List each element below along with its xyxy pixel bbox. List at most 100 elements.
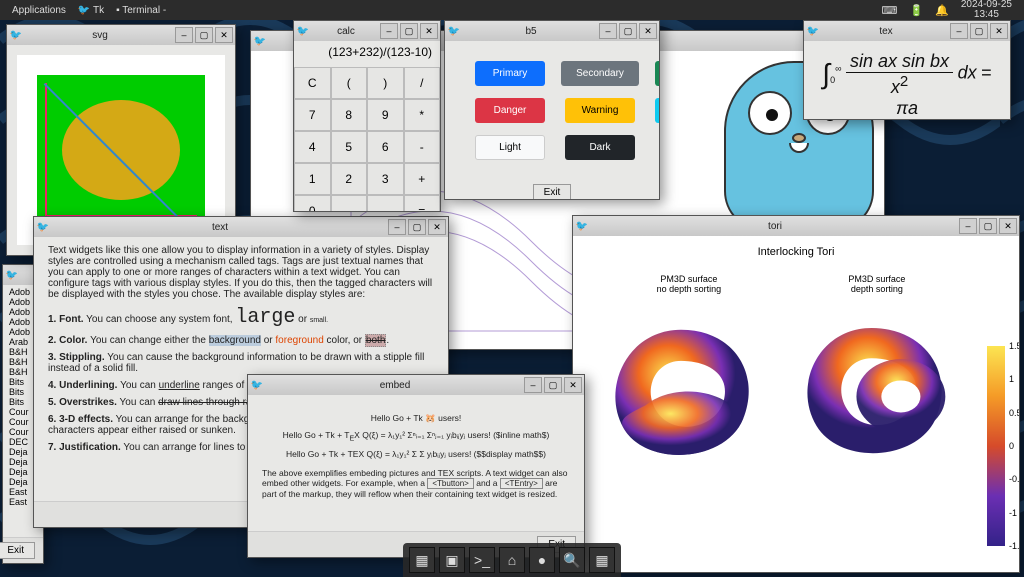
calc-key-blank[interactable] [367,195,404,211]
dock-item-2[interactable]: >_ [469,547,495,573]
danger-button[interactable]: Danger [475,98,545,123]
close-button[interactable]: ✕ [990,23,1008,39]
window-icon: 🐦 [294,26,312,37]
calc-key-9[interactable]: 9 [367,99,404,131]
calc-key-C[interactable]: C [294,67,331,99]
dock-item-4[interactable]: ● [529,547,555,573]
embed-content[interactable]: Hello Go + Tk 🐹 users! Hello Go + Tk + T… [248,395,584,531]
secondary-button[interactable]: Secondary [561,61,639,86]
dark-button[interactable]: Dark [565,135,635,160]
colorbar-tick: 1.5 [1009,341,1019,351]
chart-subtitle-left: PM3D surface no depth sorting [657,274,722,294]
minimize-button[interactable]: – [599,23,617,39]
maximize-button[interactable]: ▢ [970,23,988,39]
colorbar: 1.510.50-0.5-1-1.5 [987,346,1005,546]
calc-key-3[interactable]: 3 [367,163,404,195]
link-button[interactable]: Link [655,135,659,160]
notification-icon[interactable]: 🔔 [929,4,955,17]
success-button[interactable]: Success [655,61,659,86]
colorbar-tick: 1 [1009,374,1014,384]
light-button[interactable]: Light [475,135,545,160]
battery-indicator[interactable]: 🔋 [903,4,929,17]
calc-keypad: C()/ 789* 456- 123+0. = [294,67,440,211]
tex-formula: ∫0∞ sin ax sin bxx2 dx = πa2 [818,51,996,119]
window-icon: 🐦 [248,380,266,391]
dock-item-5[interactable]: 🔍 [559,547,585,573]
calc-key-([interactable]: ( [331,67,368,99]
calc-key-1[interactable]: 1 [294,163,331,195]
tentry-example[interactable]: <TEntry> [500,478,543,489]
dock-item-0[interactable]: ▦ [409,547,435,573]
keyboard-indicator[interactable]: ⌨ [876,4,904,17]
colorbar-tick: -0.5 [1009,474,1019,484]
window-icon: 🐦 [251,36,269,47]
chart-subtitle-right: PM3D surface depth sorting [848,274,905,294]
exit-button[interactable]: Exit [0,542,35,559]
window-icon: 🐦 [34,222,52,233]
close-button[interactable]: ✕ [639,23,657,39]
calc-key-4[interactable]: 4 [294,131,331,163]
minimize-button[interactable]: – [959,218,977,234]
colorbar-tick: -1 [1009,508,1017,518]
taskbar-tk[interactable]: 🐦 Tk [72,5,110,16]
dock-item-6[interactable]: ▦ [589,547,615,573]
close-button[interactable]: ✕ [215,27,233,43]
window-title: b5 [463,26,599,37]
dock-item-3[interactable]: ⌂ [499,547,525,573]
window-icon: 🐦 [804,26,822,37]
window-icon: 🐦 [445,26,463,37]
calc-key--[interactable]: - [404,131,441,163]
applications-menu[interactable]: Applications [6,5,72,16]
calc-display: (123+232)/(123-10) [294,41,440,67]
taskbar-terminal[interactable]: ▪ Terminal - [110,5,172,16]
maximize-button[interactable]: ▢ [408,219,426,235]
minimize-button[interactable]: – [175,27,193,43]
dock: ▦▣>_⌂●🔍▦ [403,543,621,577]
calc-key-+[interactable]: + [404,163,441,195]
calc-key-=[interactable]: = [404,195,441,211]
close-button[interactable]: ✕ [999,218,1017,234]
minimize-button[interactable]: – [524,377,542,393]
maximize-button[interactable]: ▢ [619,23,637,39]
window-title: embed [266,380,524,391]
maximize-button[interactable]: ▢ [544,377,562,393]
clock[interactable]: 2024-09-2513:45 [955,0,1018,20]
maximize-button[interactable]: ▢ [195,27,213,43]
calc-key-/[interactable]: / [404,67,441,99]
torus-right [786,312,966,472]
window-title: svg [25,30,175,41]
tbutton-example[interactable]: <Tbutton> [427,478,473,489]
close-button[interactable]: ✕ [420,23,438,39]
calc-key-)[interactable]: ) [367,67,404,99]
calc-key-0[interactable]: 0 [294,195,331,211]
calc-key-.[interactable]: . [331,195,368,211]
calc-key-*[interactable]: * [404,99,441,131]
colorbar-tick: 0.5 [1009,408,1019,418]
close-button[interactable]: ✕ [564,377,582,393]
dock-item-1[interactable]: ▣ [439,547,465,573]
maximize-button[interactable]: ▢ [979,218,997,234]
calc-key-5[interactable]: 5 [331,131,368,163]
info-button[interactable]: Info [655,98,659,123]
colorbar-tick: -1.5 [1009,541,1019,551]
calc-key-8[interactable]: 8 [331,99,368,131]
calc-key-2[interactable]: 2 [331,163,368,195]
close-button[interactable]: ✕ [428,219,446,235]
window-title: tori [591,221,959,232]
chart-title: Interlocking Tori [583,246,1009,258]
colorbar-tick: 0 [1009,441,1014,451]
maximize-button[interactable]: ▢ [400,23,418,39]
torus-left [591,312,771,472]
window-icon: 🐦 [3,270,21,281]
window-title: calc [312,26,380,37]
primary-button[interactable]: Primary [475,61,545,86]
window-icon: 🐦 [573,221,591,232]
exit-button[interactable]: Exit [533,184,572,199]
calc-key-7[interactable]: 7 [294,99,331,131]
minimize-button[interactable]: – [388,219,406,235]
window-title: tex [822,26,950,37]
minimize-button[interactable]: – [380,23,398,39]
minimize-button[interactable]: – [950,23,968,39]
warning-button[interactable]: Warning [565,98,635,123]
calc-key-6[interactable]: 6 [367,131,404,163]
